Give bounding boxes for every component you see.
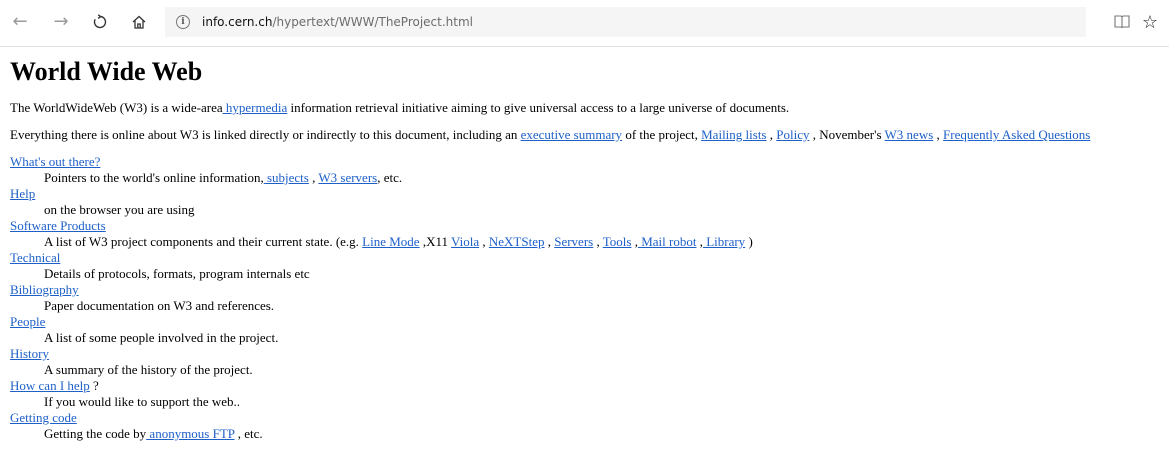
browser-toolbar: ← → i info.cern.ch/hypertext/WWW/TheProj… xyxy=(0,0,1169,47)
servers-link[interactable]: Servers xyxy=(554,234,593,249)
list-item-desc: Paper documentation on W3 and references… xyxy=(44,298,275,313)
intro-text-end: information retrieval initiative aiming … xyxy=(287,100,790,115)
w3-news-link[interactable]: W3 news xyxy=(885,127,934,142)
mailing-lists-link[interactable]: Mailing lists xyxy=(701,127,766,142)
list-item: What's out there? xyxy=(10,154,1169,170)
list-item-desc: A list of some people involved in the pr… xyxy=(44,330,279,345)
nextstep-link[interactable]: NeXTStep xyxy=(489,234,545,249)
question-suffix: ? xyxy=(89,378,99,393)
everything-text: Everything there is online about W3 is l… xyxy=(10,127,521,142)
text-sep: ) xyxy=(745,234,753,249)
text-sep: , etc. xyxy=(377,170,403,185)
forward-arrow-icon[interactable]: → xyxy=(49,10,73,34)
library-link[interactable]: Library xyxy=(703,234,745,249)
list-item-desc: A summary of the history of the project. xyxy=(44,362,253,377)
star-icon[interactable]: ☆ xyxy=(1140,11,1160,33)
text-sep: , etc. xyxy=(234,426,263,441)
url-path: /hypertext/WWW/TheProject.html xyxy=(272,15,474,29)
text-sep: ,X11 xyxy=(419,234,451,249)
list-item-desc: Details of protocols, formats, program i… xyxy=(44,266,310,281)
help-link[interactable]: Help xyxy=(10,186,35,201)
url-host: info.cern.ch xyxy=(202,15,273,29)
list-item: History xyxy=(10,346,1169,362)
intro-paragraph: The WorldWideWeb (W3) is a wide-area hyp… xyxy=(10,100,1169,116)
history-link[interactable]: History xyxy=(10,346,49,361)
text-sep: , xyxy=(933,127,944,142)
viola-link[interactable]: Viola xyxy=(451,234,479,249)
list-item-desc: If you would like to support the web.. xyxy=(44,394,241,409)
subjects-link[interactable]: subjects xyxy=(264,170,309,185)
text-sep: , xyxy=(593,234,603,249)
list-item: Help xyxy=(10,186,1169,202)
text-sep: , xyxy=(544,234,555,249)
people-link[interactable]: People xyxy=(10,314,45,329)
desc-text: Getting the code by xyxy=(44,426,147,441)
anonymous-ftp-link[interactable]: anonymous FTP xyxy=(146,426,234,441)
hypermedia-link[interactable]: hypermedia xyxy=(223,100,287,115)
reading-view-icon[interactable] xyxy=(1113,13,1131,31)
software-products-link[interactable]: Software Products xyxy=(10,218,106,233)
how-can-i-help-link[interactable]: How can I help xyxy=(10,378,90,393)
list-item-desc: Pointers to the world's online informati… xyxy=(44,170,1169,186)
text-sep: , xyxy=(766,127,777,142)
list-item: How can I help ? xyxy=(10,378,1169,394)
list-item-desc: on the browser you are using xyxy=(44,202,195,217)
list-item: Getting code xyxy=(10,410,1169,426)
text-sep: of the project, xyxy=(622,127,702,142)
mail-robot-link[interactable]: Mail robot xyxy=(638,234,696,249)
list-item-desc: Getting the code by anonymous FTP , etc. xyxy=(44,426,1169,442)
address-bar[interactable]: i info.cern.ch/hypertext/WWW/TheProject.… xyxy=(165,7,1086,37)
technical-link[interactable]: Technical xyxy=(10,250,60,265)
page-title: World Wide Web xyxy=(10,57,203,86)
whats-out-there-link[interactable]: What's out there? xyxy=(10,154,100,169)
w3-servers-link[interactable]: W3 servers xyxy=(318,170,377,185)
tools-link[interactable]: Tools xyxy=(603,234,632,249)
line-mode-link[interactable]: Line Mode xyxy=(362,234,419,249)
intro-text: The WorldWideWeb (W3) is a wide-area xyxy=(10,100,223,115)
list-item-desc: A list of W3 project components and thei… xyxy=(44,234,1169,250)
policy-link[interactable]: Policy xyxy=(776,127,809,142)
page-content: World Wide Web The WorldWideWeb (W3) is … xyxy=(10,46,1169,442)
desc-text: Pointers to the world's online informati… xyxy=(44,170,264,185)
executive-summary-link[interactable]: executive summary xyxy=(521,127,622,142)
everything-paragraph: Everything there is online about W3 is l… xyxy=(10,127,1169,143)
list-item: Bibliography xyxy=(10,282,1169,298)
back-arrow-icon[interactable]: ← xyxy=(8,10,32,34)
info-icon[interactable]: i xyxy=(176,15,190,29)
list-item: Technical xyxy=(10,250,1169,266)
text-sep: , November's xyxy=(809,127,885,142)
list-item: Software Products xyxy=(10,218,1169,234)
topics-list: What's out there? Pointers to the world'… xyxy=(10,154,1169,442)
home-icon[interactable] xyxy=(127,10,151,34)
reload-icon[interactable] xyxy=(88,10,112,34)
list-item: People xyxy=(10,314,1169,330)
getting-code-link[interactable]: Getting code xyxy=(10,410,77,425)
desc-text: A list of W3 project components and thei… xyxy=(44,234,363,249)
faq-link[interactable]: Frequently Asked Questions xyxy=(943,127,1090,142)
bibliography-link[interactable]: Bibliography xyxy=(10,282,79,297)
text-sep: , xyxy=(479,234,489,249)
text-sep: , xyxy=(308,170,319,185)
